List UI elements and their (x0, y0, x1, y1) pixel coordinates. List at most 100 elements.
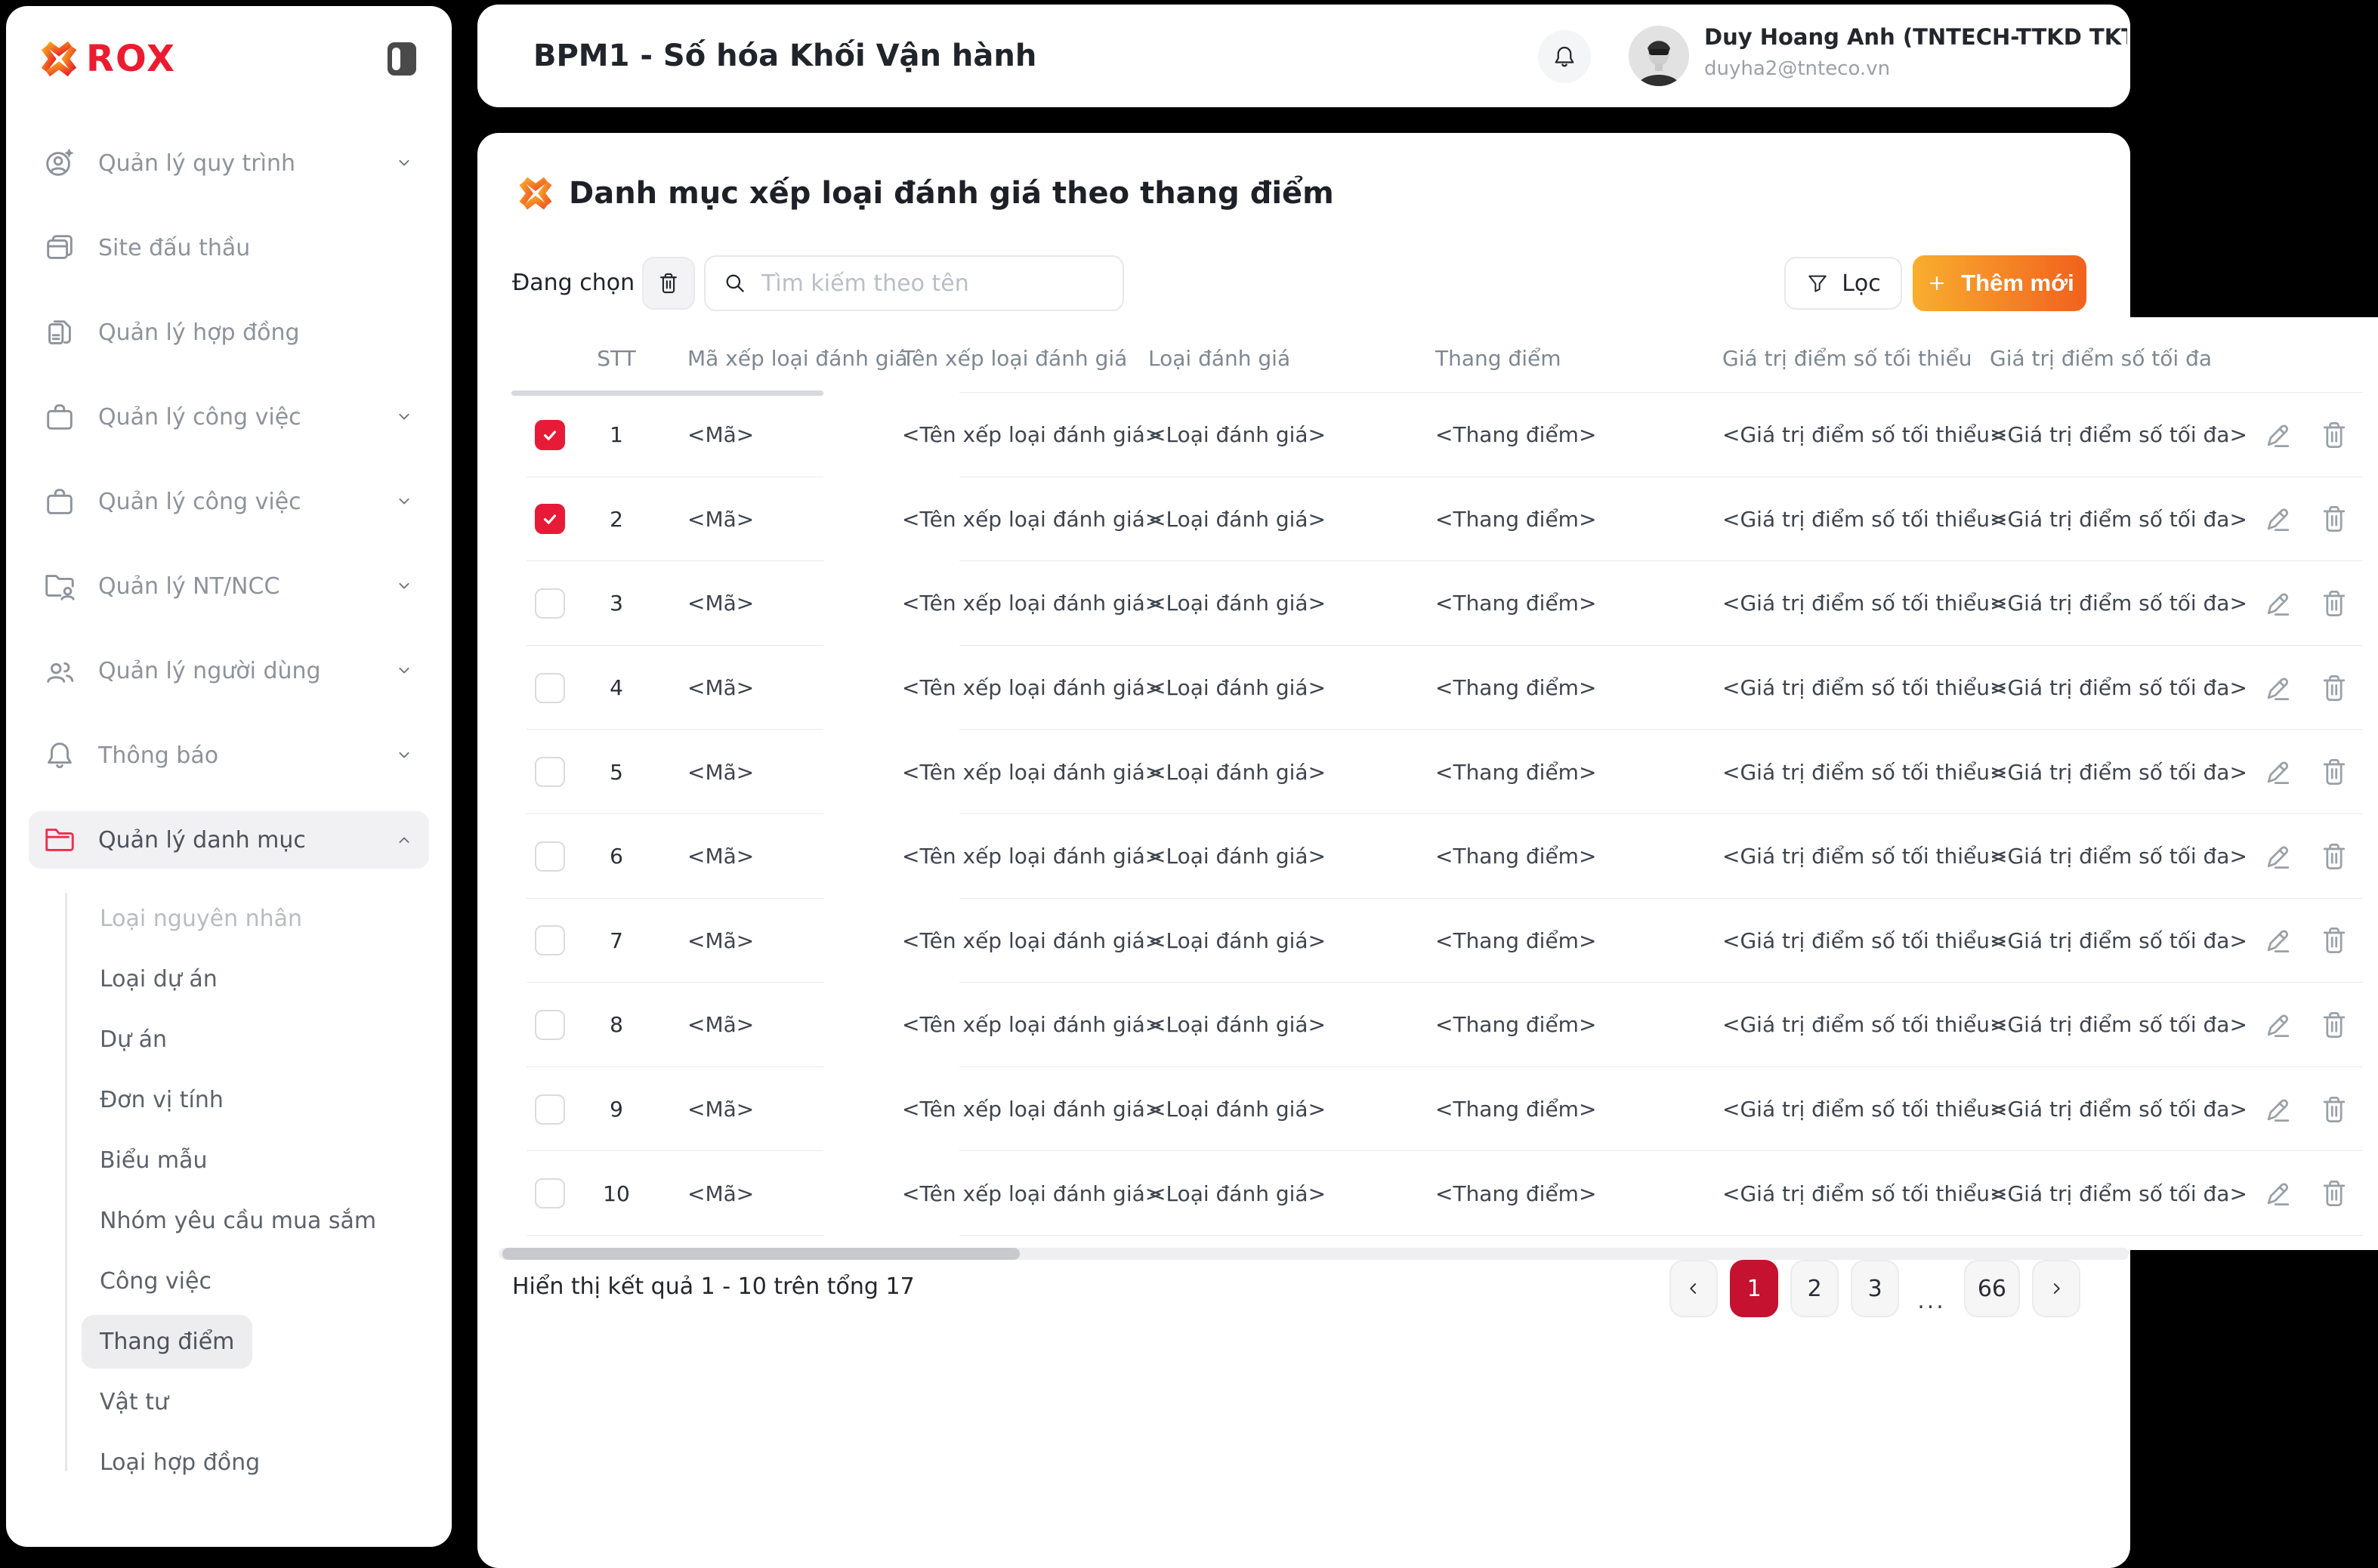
sidebar-item-1[interactable]: Site đấu thầu (6, 205, 452, 290)
table-row: 8 <Mã> <Tên xếp loại đánh giá> <Loại đán… (499, 983, 2378, 1067)
sidebar-item-label: Site đấu thầu (98, 235, 250, 261)
cell-code: <Mã> (662, 1181, 876, 1206)
cell-stt: 9 (571, 1097, 662, 1122)
submenu-item-1[interactable]: Loại dự án (6, 949, 452, 1009)
table-row: 2 <Mã> <Tên xếp loại đánh giá> <Loại đán… (499, 477, 2378, 562)
edit-pencil-icon[interactable] (2262, 418, 2295, 452)
submenu-item-label: Loại nguyên nhân (82, 892, 320, 946)
edit-pencil-icon[interactable] (2262, 755, 2295, 789)
delete-trash-icon[interactable] (2318, 671, 2351, 705)
user-name: Duy Hoang Anh (TNTECH-TTKD TKT... (1704, 24, 2127, 50)
sidebar-submenu: Loại nguyên nhânLoại dự ánDự ánĐơn vị tí… (6, 888, 452, 1492)
delete-trash-icon[interactable] (2318, 1177, 2351, 1210)
sidebar-item-4[interactable]: Quản lý công việc (6, 459, 452, 544)
pagination-page-1[interactable]: 1 (1730, 1260, 1778, 1317)
page-title-text: Danh mục xếp loại đánh giá theo thang đi… (569, 176, 1334, 211)
row-checkbox[interactable] (535, 757, 565, 787)
row-checkbox[interactable] (535, 673, 565, 703)
row-checkbox[interactable] (535, 1094, 565, 1125)
cell-max: <Giá trị điểm số tối đa> (1964, 675, 2244, 700)
row-checkbox[interactable] (535, 841, 565, 872)
submenu-item-2[interactable]: Dự án (6, 1009, 452, 1070)
sidebar-item-inner: Quản lý công việc (29, 388, 429, 446)
page-title: Danh mục xếp loại đánh giá theo thang đi… (517, 169, 1334, 218)
cell-type: <Loại đánh giá> (1123, 591, 1410, 616)
submenu-item-0[interactable]: Loại nguyên nhân (6, 888, 452, 949)
notification-button[interactable] (1538, 30, 1591, 83)
sidebar-item-3[interactable]: Quản lý công việc (6, 375, 452, 459)
cell-type: <Loại đánh giá> (1123, 760, 1410, 785)
delete-trash-icon[interactable] (2318, 1008, 2351, 1042)
sidebar-item-5[interactable]: Quản lý NT/NCC (6, 544, 452, 628)
row-checkbox[interactable] (535, 925, 565, 955)
top-header: BPM1 - Số hóa Khối Vận hành Duy Hoang An… (477, 5, 2130, 107)
delete-trash-icon[interactable] (2318, 924, 2351, 957)
table-row: 9 <Mã> <Tên xếp loại đánh giá> <Loại đán… (499, 1067, 2378, 1152)
row-checkbox[interactable] (535, 588, 565, 619)
cell-name: <Tên xếp loại đánh giá> (876, 675, 1123, 700)
submenu-item-5[interactable]: Nhóm yêu cầu mua sắm (6, 1190, 452, 1251)
filter-label: Lọc (1842, 270, 1881, 297)
cell-code: <Mã> (662, 844, 876, 869)
pagination-page-2[interactable]: 2 (1790, 1260, 1839, 1317)
delete-trash-icon[interactable] (2318, 418, 2351, 452)
sidebar-collapse-icon[interactable] (387, 42, 417, 76)
pagination-page-3[interactable]: 3 (1851, 1260, 1899, 1317)
row-checkbox[interactable] (535, 420, 565, 450)
edit-pencil-icon[interactable] (2262, 1093, 2295, 1126)
pagination-prev-button[interactable] (1669, 1260, 1718, 1317)
results-summary: Hiển thị kết quả 1 - 10 trên tổng 17 (512, 1272, 915, 1302)
delete-trash-icon[interactable] (2318, 587, 2351, 620)
cell-min: <Giá trị điểm số tối thiểu> (1697, 507, 1964, 532)
submenu-item-8[interactable]: Vật tư (6, 1372, 452, 1432)
search-input[interactable] (761, 270, 1106, 297)
edit-pencil-icon[interactable] (2262, 587, 2295, 620)
cell-min: <Giá trị điểm số tối thiểu> (1697, 844, 1964, 869)
cell-min: <Giá trị điểm số tối thiểu> (1697, 422, 1964, 447)
filter-button[interactable]: Lọc (1784, 257, 1902, 310)
sidebar-item-6[interactable]: Quản lý người dùng (6, 628, 452, 713)
add-new-button[interactable]: Thêm mới (1913, 255, 2086, 311)
edit-pencil-icon[interactable] (2262, 840, 2295, 873)
edit-pencil-icon[interactable] (2262, 502, 2295, 536)
horizontal-scrollbar[interactable] (499, 1248, 2129, 1260)
user-menu[interactable]: Duy Hoang Anh (TNTECH-TTKD TKT... duyha2… (1704, 24, 2127, 80)
sidebar-item-2[interactable]: Quản lý hợp đồng (6, 290, 452, 375)
pagination-next-button[interactable] (2032, 1260, 2080, 1317)
sidebar-item-0[interactable]: Quản lý quy trình (6, 121, 452, 205)
horizontal-scrollbar-thumb[interactable] (502, 1248, 1020, 1260)
submenu-item-7[interactable]: Thang điểm (6, 1311, 452, 1372)
submenu-item-4[interactable]: Biểu mẫu (6, 1130, 452, 1190)
selection-count-label: Đang chọn 2 (512, 255, 656, 311)
row-checkbox[interactable] (535, 1010, 565, 1040)
sidebar-item-8[interactable]: Quản lý danh mục (6, 798, 452, 882)
submenu-item-9[interactable]: Loại hợp đồng (6, 1432, 452, 1492)
submenu-item-label: Công việc (82, 1255, 230, 1308)
delete-trash-icon[interactable] (2318, 1093, 2351, 1126)
cell-stt: 1 (571, 422, 662, 447)
submenu-item-3[interactable]: Đơn vị tính (6, 1070, 452, 1130)
row-checkbox[interactable] (535, 1178, 565, 1208)
sidebar-item-7[interactable]: Thông báo (6, 713, 452, 798)
edit-pencil-icon[interactable] (2262, 671, 2295, 705)
chevron-down-icon (393, 744, 415, 767)
table-row: 6 <Mã> <Tên xếp loại đánh giá> <Loại đán… (499, 814, 2378, 899)
delete-trash-icon[interactable] (2318, 840, 2351, 873)
pagination-page-66[interactable]: 66 (1964, 1260, 2020, 1317)
avatar[interactable] (1629, 26, 1689, 86)
delete-trash-icon[interactable] (2318, 755, 2351, 789)
row-checkbox[interactable] (535, 504, 565, 534)
sidebar-item-label: Quản lý công việc (98, 489, 301, 515)
submenu-item-6[interactable]: Công việc (6, 1251, 452, 1311)
edit-pencil-icon[interactable] (2262, 1008, 2295, 1042)
cell-max: <Giá trị điểm số tối đa> (1964, 760, 2244, 785)
bulk-delete-button[interactable] (642, 257, 695, 310)
delete-trash-icon[interactable] (2318, 502, 2351, 536)
edit-pencil-icon[interactable] (2262, 924, 2295, 957)
cell-code: <Mã> (662, 1097, 876, 1122)
cell-type: <Loại đánh giá> (1123, 507, 1410, 532)
sidebar-nav: Quản lý quy trình Site đấu thầu Quản lý hợ… (6, 121, 452, 882)
table-header-row: STTMã xếp loại đánh giáTên xếp loại đánh… (499, 317, 2378, 393)
funnel-icon (1805, 271, 1830, 295)
edit-pencil-icon[interactable] (2262, 1177, 2295, 1210)
